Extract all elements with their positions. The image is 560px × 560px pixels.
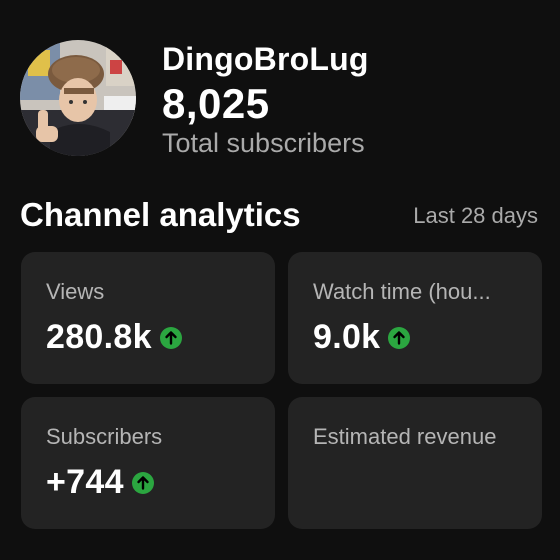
trend-up-icon — [131, 471, 154, 494]
analytics-title: Channel analytics — [20, 196, 301, 233]
watch-time-value-row: 9.0k — [313, 318, 411, 357]
date-range-label[interactable]: Last 28 days — [413, 203, 538, 229]
subscribers-card[interactable]: Subscribers +744 — [21, 397, 275, 529]
channel-name: DingoBroLug — [162, 41, 369, 77]
subscribers-value: +744 — [46, 463, 124, 501]
watch-time-label: Watch time (hou... — [313, 279, 491, 304]
subscribers-value-row: +744 — [46, 463, 154, 502]
avatar-image — [20, 40, 136, 156]
subscribers-label: Subscribers — [46, 424, 163, 449]
views-value: 280.8k — [46, 318, 152, 356]
watch-time-value: 9.0k — [313, 318, 381, 356]
views-card[interactable]: Views 280.8k — [21, 252, 275, 384]
subscriber-label: Total subscribers — [162, 128, 365, 158]
trend-up-icon — [159, 326, 182, 349]
estimated-revenue-card[interactable]: Estimated revenue — [288, 397, 542, 529]
subscriber-count: 8,025 — [162, 80, 270, 127]
channel-avatar[interactable] — [20, 40, 136, 156]
estimated-revenue-label: Estimated revenue — [313, 424, 497, 449]
watch-time-card[interactable]: Watch time (hou... 9.0k — [288, 252, 542, 384]
channel-header: DingoBroLug 8,025 Total subscribers — [20, 40, 540, 160]
trend-up-icon — [388, 326, 411, 349]
views-label: Views — [46, 279, 105, 304]
views-value-row: 280.8k — [46, 318, 182, 357]
